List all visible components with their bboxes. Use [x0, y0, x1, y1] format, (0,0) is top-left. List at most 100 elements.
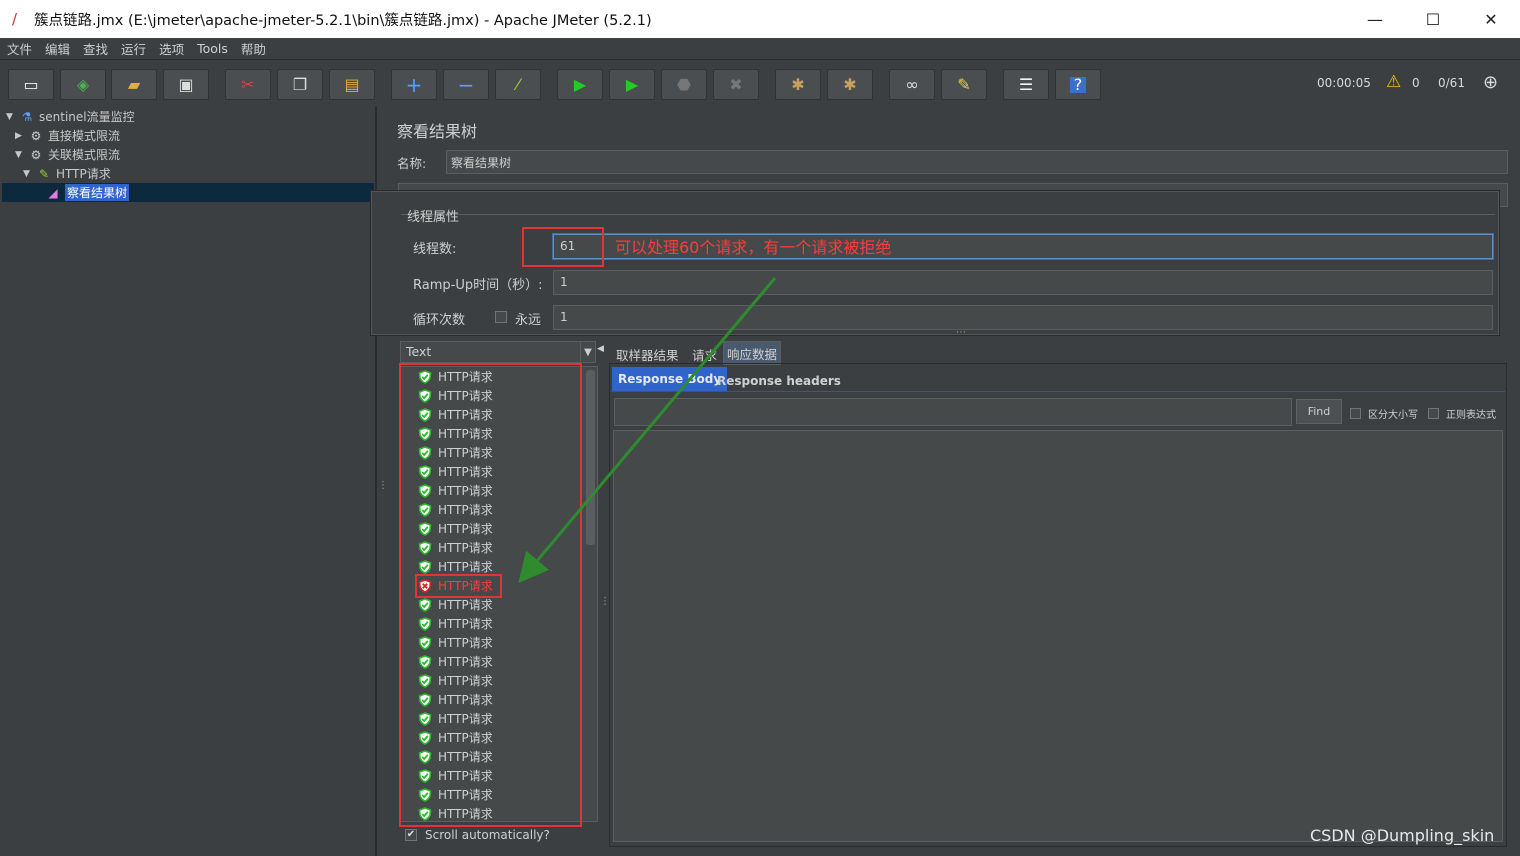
clear-all-icon: ✱: [843, 74, 857, 94]
toggle-button[interactable]: ⁄: [495, 69, 541, 100]
save-button[interactable]: ▣: [163, 69, 209, 100]
start-button[interactable]: ▶: [557, 69, 603, 100]
search-button[interactable]: ∞: [889, 69, 935, 100]
menu-run[interactable]: 运行: [121, 39, 146, 58]
listener-chart-icon: ◢: [48, 185, 58, 200]
reset-search-button[interactable]: ✎: [941, 69, 987, 100]
expand-arrow-icon[interactable]: ▼: [23, 169, 35, 179]
thread-group-gear-icon: ⚙: [30, 128, 42, 143]
rampup-field[interactable]: 1: [553, 270, 1493, 295]
expand-arrow-icon[interactable]: ▼: [6, 112, 18, 122]
tab-response-headers[interactable]: Response headers: [711, 369, 847, 393]
warning-icon[interactable]: ⚠: [1386, 72, 1401, 92]
help-button[interactable]: ?: [1055, 69, 1101, 100]
close-button[interactable]: ✕: [1462, 0, 1520, 38]
toolbar: ▭ ◈ ▰ ▣ ✂ ❐ ▤ + − ⁄ ▶ ▶ ⬣ ✖ ✱ ✱ ∞ ✎ ☰ ? …: [0, 60, 1520, 106]
test-plan-tree: [0, 106, 376, 856]
checkbox-checked-icon[interactable]: ✔: [405, 829, 417, 841]
open-icon: ▰: [127, 74, 141, 94]
tree-item-view-results-tree[interactable]: ◢ 察看结果树: [2, 183, 374, 202]
menu-edit[interactable]: 编辑: [45, 39, 70, 58]
list-scrollbar[interactable]: [586, 370, 595, 545]
cut-button[interactable]: ✂: [225, 69, 271, 100]
regex-option[interactable]: 正则表达式: [1428, 406, 1496, 421]
scroll-automatically-label: Scroll automatically?: [425, 828, 550, 842]
thread-group-gear-icon: ⚙: [30, 147, 42, 162]
clear-button[interactable]: ✱: [775, 69, 821, 100]
renderer-selector[interactable]: Text: [400, 341, 596, 363]
start-no-pause-button[interactable]: ▶: [609, 69, 655, 100]
find-input[interactable]: [614, 398, 1292, 426]
window-title: 簇点链路.jmx (E:\jmeter\apache-jmeter-5.2.1\…: [34, 12, 652, 29]
active-threads: 0/61: [1438, 76, 1465, 90]
find-button[interactable]: Find: [1296, 399, 1342, 424]
minimize-button[interactable]: —: [1346, 0, 1404, 38]
tree-item-label: HTTP请求: [56, 167, 111, 181]
copy-icon: ❐: [292, 74, 308, 94]
new-icon: ▭: [23, 74, 39, 94]
tree-item-test-plan[interactable]: ▼ ⚗ sentinel流量监控: [6, 107, 135, 126]
collapse-button[interactable]: −: [443, 69, 489, 100]
menu-options[interactable]: 选项: [159, 39, 184, 58]
title-bar: / 簇点链路.jmx (E:\jmeter\apache-jmeter-5.2.…: [0, 0, 1520, 38]
collapse-arrow-icon[interactable]: ▶: [15, 131, 27, 141]
menu-tools[interactable]: Tools: [197, 41, 228, 56]
reset-search-icon: ✎: [957, 74, 971, 94]
start-no-pause-icon: ▶: [625, 74, 639, 94]
case-sensitive-option[interactable]: 区分大小写: [1350, 406, 1418, 421]
tree-item-label: 直接模式限流: [48, 129, 121, 143]
paste-button[interactable]: ▤: [329, 69, 375, 100]
menu-help[interactable]: 帮助: [241, 39, 266, 58]
jmeter-feather-icon: /: [12, 10, 18, 28]
tree-item-http-request[interactable]: ▼ ✎ HTTP请求: [23, 164, 111, 183]
start-icon: ▶: [573, 74, 587, 94]
forever-checkbox[interactable]: [495, 311, 507, 323]
stop-icon: ⬣: [677, 74, 691, 94]
function-helper-button[interactable]: ☰: [1003, 69, 1049, 100]
collapse-left-icon[interactable]: ◀: [597, 344, 607, 360]
scroll-automatically-option[interactable]: ✔ Scroll automatically?: [405, 828, 550, 842]
response-body-area[interactable]: [613, 430, 1503, 842]
stop-button[interactable]: ⬣: [661, 69, 707, 100]
templates-button[interactable]: ◈: [60, 69, 106, 100]
loop-count-field[interactable]: 1: [553, 305, 1493, 330]
menu-bar: 文件 编辑 查找 运行 选项 Tools 帮助: [0, 38, 1520, 60]
rampup-label: Ramp-Up时间（秒）:: [413, 278, 543, 293]
loop-count-label: 循环次数: [413, 313, 466, 328]
name-label: 名称:: [397, 156, 427, 171]
test-plan-icon: ⚗: [21, 109, 33, 124]
copy-button[interactable]: ❐: [277, 69, 323, 100]
help-icon: ?: [1069, 76, 1087, 93]
function-helper-icon: ☰: [1018, 74, 1034, 94]
shutdown-button[interactable]: ✖: [713, 69, 759, 100]
name-field[interactable]: 察看结果树: [446, 150, 1508, 174]
http-sampler-pen-icon: ✎: [38, 166, 50, 181]
expand-icon: +: [405, 72, 423, 97]
tree-item-thread-group-direct[interactable]: ▶ ⚙ 直接模式限流: [15, 126, 120, 145]
tab-response-body[interactable]: Response Body: [612, 367, 728, 391]
new-button[interactable]: ▭: [8, 69, 54, 100]
remote-status-icon: ⊕: [1483, 72, 1499, 93]
menu-file[interactable]: 文件: [7, 39, 32, 58]
maximize-button[interactable]: ☐: [1404, 0, 1462, 38]
open-button[interactable]: ▰: [111, 69, 157, 100]
expand-button[interactable]: +: [391, 69, 437, 100]
splitter-grip-icon[interactable]: ⋯: [956, 327, 966, 338]
warning-count: 0: [1412, 76, 1420, 90]
collapse-icon: −: [457, 72, 475, 97]
menu-search[interactable]: 查找: [83, 39, 108, 58]
threads-label: 线程数:: [413, 242, 457, 257]
thread-properties-title: 线程属性: [407, 210, 460, 225]
paste-icon: ▤: [344, 74, 360, 94]
tree-item-thread-group-related[interactable]: ▼ ⚙ 关联模式限流: [15, 145, 120, 164]
cut-icon: ✂: [241, 74, 255, 94]
expand-arrow-icon[interactable]: ▼: [15, 150, 27, 160]
annotation-note: 可以处理60个请求，有一个请求被拒绝: [615, 238, 892, 257]
failed-request-highlight-box: [415, 574, 502, 598]
regex-checkbox[interactable]: [1428, 408, 1439, 419]
regex-label: 正则表达式: [1446, 410, 1496, 421]
tab-response-data[interactable]: 响应数据: [723, 341, 782, 365]
chevron-down-icon[interactable]: ▼: [580, 342, 595, 362]
clear-all-button[interactable]: ✱: [827, 69, 873, 100]
case-sensitive-checkbox[interactable]: [1350, 408, 1361, 419]
